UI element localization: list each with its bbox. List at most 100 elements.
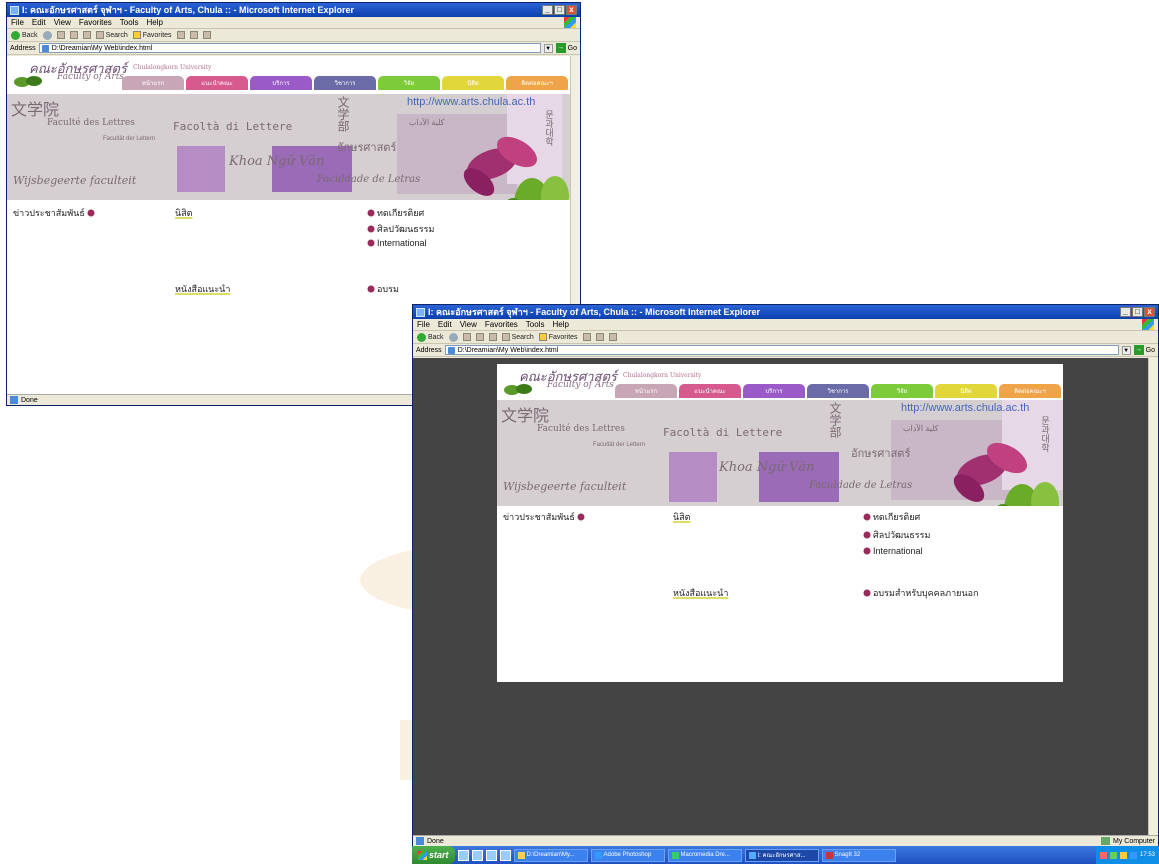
tray-icon[interactable]: [1129, 851, 1137, 859]
forward-button[interactable]: [448, 332, 458, 342]
mail-button[interactable]: [595, 333, 604, 341]
vertical-scrollbar[interactable]: [1148, 358, 1158, 835]
forward-button[interactable]: [42, 30, 52, 40]
quicklaunch-folder-icon[interactable]: [485, 849, 497, 861]
print-button[interactable]: [608, 333, 617, 341]
tab-home[interactable]: หน้าแรก: [122, 76, 184, 90]
menu-edit[interactable]: Edit: [438, 320, 452, 329]
alumni-link[interactable]: ทดเกียรติยศ: [367, 206, 424, 220]
recommended-books-link[interactable]: หนังสือแนะนำ: [673, 586, 728, 600]
flower-bullet-icon: [367, 209, 375, 217]
computer-zone-icon: [1100, 837, 1110, 845]
task-dreamweaver[interactable]: Macromedia Dre...: [667, 848, 742, 862]
arts-culture-link[interactable]: ศิลปวัฒนธรรม: [863, 528, 930, 542]
tab-research[interactable]: วิจัย: [378, 76, 440, 90]
home-button[interactable]: [488, 333, 497, 341]
refresh-button[interactable]: [69, 31, 78, 39]
menu-file[interactable]: File: [11, 18, 24, 27]
tray-icon[interactable]: [1099, 851, 1107, 859]
menu-tools[interactable]: Tools: [120, 18, 139, 27]
tray-icon[interactable]: [1119, 851, 1127, 859]
content-area: ข่าวประชาสัมพันธ์ นิสิต หนังสือแนะนำ ทดเ…: [497, 510, 1063, 682]
close-button[interactable]: x: [1144, 307, 1155, 317]
search-button[interactable]: Search: [501, 333, 534, 341]
menu-help[interactable]: Help: [552, 320, 568, 329]
banner-url[interactable]: http://www.arts.chula.ac.th: [901, 402, 1029, 414]
quicklaunch-desktop-icon[interactable]: [471, 849, 483, 861]
alumni-link[interactable]: ทดเกียรติยศ: [863, 510, 920, 524]
task-snagit[interactable]: SnagIt 32: [821, 848, 896, 862]
windows-logo-icon: [1142, 319, 1154, 330]
tray-icon[interactable]: [1109, 851, 1117, 859]
address-dropdown[interactable]: ▼: [1121, 345, 1131, 355]
media-button[interactable]: [582, 333, 591, 341]
back-button[interactable]: Back: [11, 30, 38, 40]
tab-students[interactable]: นิสิต: [442, 76, 504, 90]
tab-contact[interactable]: ติดต่อคณะฯ: [999, 384, 1061, 398]
students-link[interactable]: นิสิต: [175, 206, 193, 220]
news-link[interactable]: ข่าวประชาสัมพันธ์: [13, 206, 95, 220]
title-bar[interactable]: I: คณะอักษรศาสตร์ จุฬาฯ - Faculty of Art…: [413, 305, 1158, 319]
quicklaunch-ie-icon[interactable]: [457, 849, 469, 861]
menu-favorites[interactable]: Favorites: [485, 320, 518, 329]
media-button[interactable]: [176, 31, 185, 39]
international-link[interactable]: International: [863, 546, 923, 556]
minimize-button[interactable]: _: [542, 5, 553, 15]
tab-academic[interactable]: วิชาการ: [807, 384, 869, 398]
quicklaunch-media-icon[interactable]: [499, 849, 511, 861]
mail-button[interactable]: [189, 31, 198, 39]
tab-students[interactable]: นิสิต: [935, 384, 997, 398]
banner-italian: Facoltà di Lettere: [663, 426, 783, 439]
menu-tools[interactable]: Tools: [526, 320, 545, 329]
tab-contact[interactable]: ติดต่อคณะฯ: [506, 76, 568, 90]
training-link[interactable]: อบรม: [367, 282, 399, 296]
news-link[interactable]: ข่าวประชาสัมพันธ์: [503, 510, 585, 524]
clock[interactable]: 17:53: [1140, 852, 1155, 858]
menu-view[interactable]: View: [54, 18, 71, 27]
tab-about[interactable]: แนะนำคณะ: [679, 384, 741, 398]
home-button[interactable]: [82, 31, 91, 39]
tab-services[interactable]: บริการ: [743, 384, 805, 398]
banner-thai: อักษรศาสตร์: [851, 448, 911, 460]
start-button[interactable]: start: [412, 846, 455, 864]
refresh-button[interactable]: [475, 333, 484, 341]
international-link[interactable]: International: [367, 238, 427, 248]
favorites-button[interactable]: Favorites: [538, 333, 578, 341]
minimize-button[interactable]: _: [1120, 307, 1131, 317]
close-button[interactable]: x: [566, 5, 577, 15]
maximize-button[interactable]: □: [554, 5, 565, 15]
stop-button[interactable]: [56, 31, 65, 39]
address-input[interactable]: D:\Dreamian\My Web\index.html: [38, 43, 541, 53]
menu-view[interactable]: View: [460, 320, 477, 329]
tab-research[interactable]: วิจัย: [871, 384, 933, 398]
address-input[interactable]: D:\Dreamian\My Web\index.html: [444, 345, 1119, 355]
menu-edit[interactable]: Edit: [32, 18, 46, 27]
task-folder[interactable]: D:\Dreamian\My...: [513, 848, 588, 862]
title-bar[interactable]: I: คณะอักษรศาสตร์ จุฬาฯ - Faculty of Art…: [7, 3, 580, 17]
arts-culture-link[interactable]: ศิลปวัฒนธรรม: [367, 222, 434, 236]
address-dropdown[interactable]: ▼: [543, 43, 553, 53]
tab-about[interactable]: แนะนำคณะ: [186, 76, 248, 90]
go-button[interactable]: → Go: [555, 43, 577, 53]
search-button[interactable]: Search: [95, 31, 128, 39]
go-button[interactable]: → Go: [1133, 345, 1155, 355]
students-link[interactable]: นิสิต: [673, 510, 691, 524]
dreamweaver-icon: [671, 851, 679, 859]
tab-home[interactable]: หน้าแรก: [615, 384, 677, 398]
banner-url[interactable]: http://www.arts.chula.ac.th: [407, 96, 535, 108]
menu-file[interactable]: File: [417, 320, 430, 329]
maximize-button[interactable]: □: [1132, 307, 1143, 317]
task-photoshop[interactable]: Adobe Photoshop: [590, 848, 665, 862]
menu-help[interactable]: Help: [146, 18, 162, 27]
tab-academic[interactable]: วิชาการ: [314, 76, 376, 90]
banner-khmer: Khoa Ngữ Văn: [719, 460, 815, 475]
task-ie[interactable]: I: คณะอักษรศาส...: [744, 848, 819, 862]
training-link[interactable]: อบรมสำหรับบุคคลภายนอก: [863, 586, 978, 600]
menu-favorites[interactable]: Favorites: [79, 18, 112, 27]
back-button[interactable]: Back: [417, 332, 444, 342]
stop-button[interactable]: [462, 333, 471, 341]
recommended-books-link[interactable]: หนังสือแนะนำ: [175, 282, 230, 296]
print-button[interactable]: [202, 31, 211, 39]
favorites-button[interactable]: Favorites: [132, 31, 172, 39]
tab-services[interactable]: บริการ: [250, 76, 312, 90]
